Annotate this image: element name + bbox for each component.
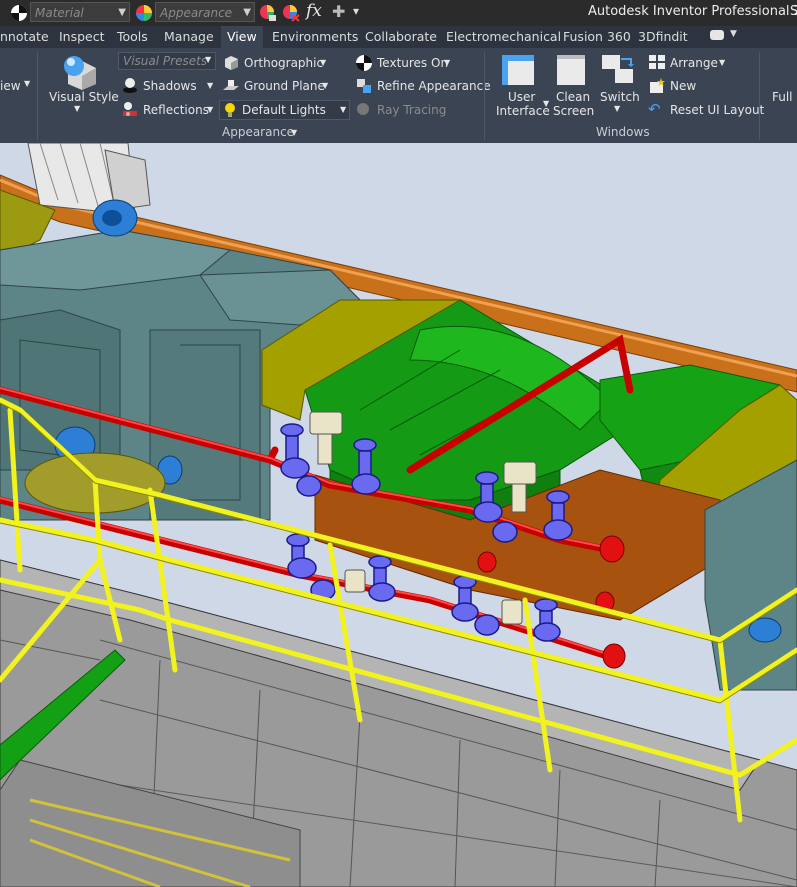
3d-model-viewport[interactable] [0,143,797,887]
ray-tracing-button: Ray Tracing [377,103,447,117]
app-title: Autodesk Inventor Professional 2024 [588,4,797,19]
lightbulb-icon [225,103,235,117]
refine-appearance-icon[interactable] [355,77,373,95]
chevron-down-icon[interactable]: ▼ [291,128,297,137]
chevron-down-icon[interactable]: ▼ [543,99,549,108]
partial-view-button-label[interactable]: iew [0,79,21,93]
checker-texture-icon[interactable] [10,4,28,22]
appearance-panel-label[interactable]: Appearance [222,125,294,139]
ribbon-panel-area: iew ▼ Visual Style ▼ Visual Presets ▼ Sh… [0,48,797,144]
tab-3dfindit[interactable]: 3Dfindit [638,26,688,48]
appearance-placeholder: Appearance [160,6,233,20]
new-window-icon[interactable] [649,78,665,94]
visual-style-icon[interactable] [60,54,98,90]
tab-annotate[interactable]: nnotate [0,26,49,48]
customize-arrow-icon[interactable]: ▾ [353,4,359,18]
chevron-down-icon[interactable]: ▼ [614,104,620,113]
textures-icon[interactable] [355,54,373,72]
ribbon-tab-bar: nnotate Inspect Tools Manage View Enviro… [0,26,797,48]
color-wheel-icon[interactable] [135,4,153,22]
tab-electromechanical[interactable]: Electromechanical [446,26,561,48]
textures-on-button[interactable]: Textures On [377,56,448,70]
chevron-down-icon: ▼ [340,105,347,114]
adjust-appearance-icon[interactable] [259,4,277,22]
arrange-icon[interactable] [649,55,665,69]
chevron-down-icon[interactable]: ▼ [730,29,737,39]
chevron-down-icon: ▼ [243,7,251,18]
visual-presets-dropdown[interactable]: Visual Presets ▼ [118,52,216,70]
tab-environments[interactable]: Environments [272,26,358,48]
windows-panel-label: Windows [596,125,650,139]
default-lights-label: Default Lights [242,103,326,117]
tab-inspect[interactable]: Inspect [59,26,105,48]
new-window-button[interactable]: New [670,79,696,93]
material-dropdown[interactable]: Material ▼ [30,2,130,22]
panel-separator [484,52,485,140]
panel-separator [759,52,760,140]
full-screen-button-partial[interactable]: Full N [772,90,797,104]
chevron-down-icon: ▼ [118,7,126,18]
switch-window-icon[interactable] [601,54,635,86]
clean-screen-label-2[interactable]: Screen [553,104,594,118]
tab-manage[interactable]: Manage [164,26,214,48]
reset-ui-layout-button[interactable]: Reset UI Layout [670,103,764,117]
reflections-icon[interactable] [121,100,139,118]
ground-plane-icon[interactable] [222,77,240,95]
ray-tracing-icon [357,103,369,115]
refine-appearance-button[interactable]: Refine Appearance [377,79,491,93]
panel-separator [37,52,38,140]
shadows-button[interactable]: Shadows [143,79,197,93]
chevron-down-icon: ▼ [205,55,212,64]
tab-fusion-360[interactable]: Fusion 360 [563,26,631,48]
tab-collaborate[interactable]: Collaborate [365,26,437,48]
reflections-button[interactable]: Reflections [143,103,209,117]
chevron-down-icon[interactable]: ▼ [207,81,213,90]
chevron-down-icon[interactable]: ▼ [322,81,328,90]
orthographic-button[interactable]: Orthographic [244,56,323,70]
material-placeholder: Material [35,6,84,20]
user-interface-icon[interactable] [501,54,535,86]
blue-motor[interactable] [92,199,138,237]
clear-appearance-icon[interactable] [282,4,300,22]
visual-style-button[interactable]: Visual Style [49,90,119,104]
switch-button[interactable]: Switch [600,90,640,104]
reset-layout-icon[interactable]: ↶ [648,100,661,118]
chevron-down-icon: ▼ [24,79,31,88]
user-interface-label-2[interactable]: Interface [496,104,550,118]
tab-tools[interactable]: Tools [117,26,148,48]
tab-view[interactable]: View [221,26,263,48]
lighting-style-dropdown[interactable]: Default Lights ▼ [219,100,350,120]
chevron-down-icon[interactable]: ▼ [207,105,213,114]
arrange-button[interactable]: Arrange [670,56,718,70]
chevron-down-icon[interactable]: ▼ [444,58,450,67]
clean-screen-icon[interactable] [556,54,586,86]
title-overflow: S [790,4,797,19]
clean-screen-label-1[interactable]: Clean [556,90,590,104]
panel-visibility-icon[interactable] [710,30,724,40]
visual-presets-placeholder: Visual Presets [123,54,208,68]
chevron-down-icon[interactable]: ▼ [74,104,80,113]
fx-parameters-icon[interactable]: fx [306,1,322,21]
chevron-down-icon[interactable]: ▼ [719,58,725,67]
appearance-dropdown[interactable]: Appearance ▼ [155,2,255,22]
user-interface-label-1[interactable]: User [508,90,535,104]
ground-plane-button[interactable]: Ground Plane [244,79,325,93]
plus-icon[interactable]: ✚ [332,2,345,21]
title-bar: Material ▼ Appearance ▼ fx ✚ ▾ Autodesk … [0,0,797,26]
chevron-down-icon[interactable]: ▼ [320,58,326,67]
shadows-icon[interactable] [121,76,139,94]
orthographic-icon[interactable] [222,54,240,72]
